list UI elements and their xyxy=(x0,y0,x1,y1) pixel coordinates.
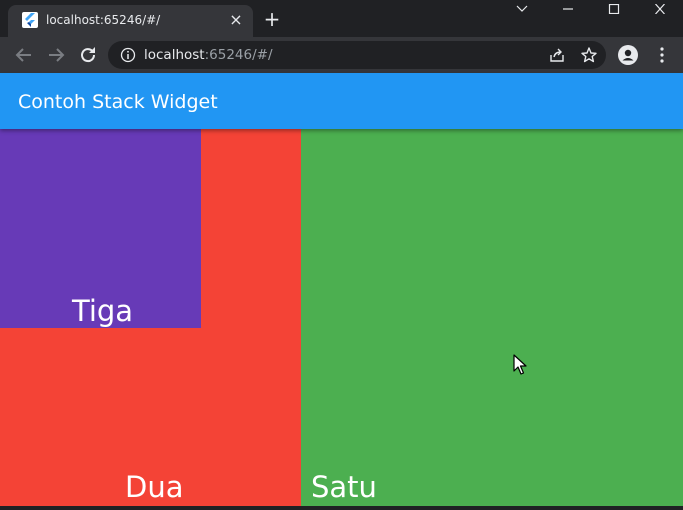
tab-title: localhost:65246/#/ xyxy=(46,13,161,27)
back-button[interactable] xyxy=(12,43,36,67)
close-tab-icon[interactable]: × xyxy=(227,11,245,29)
reload-icon xyxy=(81,47,96,63)
close-window-icon[interactable] xyxy=(637,0,683,18)
new-tab-button[interactable]: + xyxy=(262,9,282,29)
browser-tab[interactable]: localhost:65246/#/ × xyxy=(8,5,253,37)
forward-button[interactable] xyxy=(44,43,68,67)
arrow-left-icon xyxy=(15,48,31,62)
tab-search-icon[interactable] xyxy=(499,0,545,18)
star-icon[interactable] xyxy=(580,46,598,64)
arrow-right-icon xyxy=(49,48,65,62)
maximize-icon[interactable] xyxy=(591,0,637,18)
profile-icon[interactable] xyxy=(618,45,638,65)
stack-container: Satu Dua Tiga xyxy=(0,129,683,510)
label-tiga: Tiga xyxy=(72,294,134,328)
app-title: Contoh Stack Widget xyxy=(18,91,218,113)
address-bar[interactable]: localhost:65246/#/ xyxy=(108,41,606,69)
kebab-menu-icon[interactable] xyxy=(652,45,672,65)
app-bar: Contoh Stack Widget xyxy=(0,73,683,129)
share-icon[interactable] xyxy=(548,46,566,64)
info-icon[interactable] xyxy=(120,47,136,63)
bottom-edge xyxy=(0,506,683,510)
url-path: :65246/#/ xyxy=(204,47,273,63)
stack-box-tiga: Tiga xyxy=(0,129,201,328)
flutter-icon xyxy=(22,12,38,28)
label-dua: Dua xyxy=(125,470,184,504)
label-satu: Satu xyxy=(311,470,377,504)
browser-toolbar: localhost:65246/#/ xyxy=(0,37,683,73)
tab-strip: localhost:65246/#/ × + xyxy=(0,0,683,37)
minimize-icon[interactable] xyxy=(545,0,591,18)
reload-button[interactable] xyxy=(76,43,100,67)
url-text: localhost:65246/#/ xyxy=(144,47,273,63)
mouse-cursor-icon xyxy=(513,354,527,376)
url-host: localhost xyxy=(144,47,205,63)
